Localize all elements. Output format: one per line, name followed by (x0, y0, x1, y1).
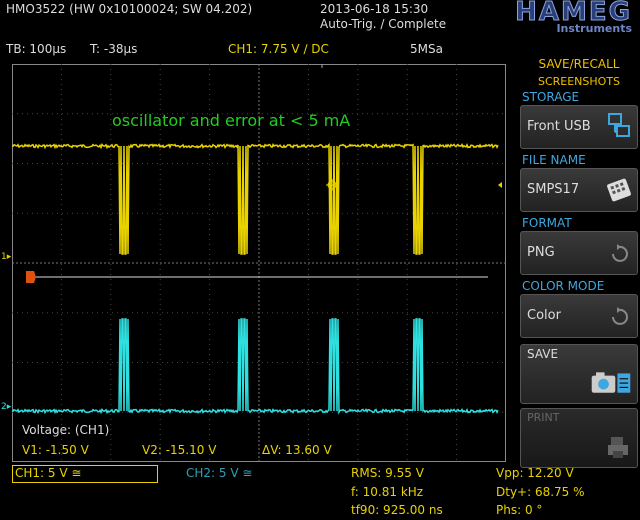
measure-vpp: Vpp: 12.20 V (496, 466, 574, 480)
menu-title-2: SCREENSHOTS (537, 75, 621, 88)
storage-value: Front USB (527, 119, 591, 134)
ch1-scale-box[interactable]: CH1: 5 V ≅ (12, 465, 158, 483)
device-id: HMO3522 (HW 0x10100024; SW 04.202) (6, 2, 253, 16)
save-button[interactable]: SAVE (520, 344, 638, 404)
ch2-scale[interactable]: CH2: 5 V ≅ (186, 466, 252, 480)
filename-value: SMPS17 (527, 182, 580, 197)
logo-sub: Instruments (556, 22, 632, 35)
trigger-level-marker (498, 182, 502, 188)
sample-rate: 5MSa (410, 42, 443, 56)
cursor-v1: V1: -1.50 V (22, 443, 90, 457)
format-button[interactable]: PNG (520, 231, 638, 275)
cycle-arrow-icon (612, 307, 628, 325)
print-button[interactable]: PRINT (520, 408, 638, 468)
timebase: TB: 100µs (6, 42, 67, 56)
colormode-value: Color (527, 308, 561, 323)
camera-icon (591, 372, 631, 393)
measure-tf90: tf90: 925.00 ns (351, 503, 443, 517)
trigger-status: Auto-Trig. / Complete (320, 17, 447, 31)
filename-button[interactable]: SMPS17 (520, 168, 638, 212)
measure-phase: Phs: 0 ° (496, 503, 543, 517)
ch2-ground-marker[interactable]: 2▸ (1, 402, 11, 412)
colormode-label: COLOR MODE (522, 279, 605, 293)
printer-icon (608, 437, 628, 458)
format-label: FORMAT (522, 216, 572, 230)
ch1-scale: CH1: 5 V ≅ (15, 466, 82, 480)
cursor-title: Voltage: (CH1) (22, 423, 109, 437)
ch1-trace (12, 142, 499, 255)
save-label: SAVE (527, 347, 559, 361)
cycle-arrow-icon (612, 244, 628, 262)
measure-duty: Dty+: 68.75 % (496, 485, 585, 499)
datetime-status: 2013-06-18 15:30 Auto-Trig. / Complete (320, 2, 446, 32)
measure-freq: f: 10.81 kHz (351, 485, 424, 499)
colormode-button[interactable]: Color (520, 294, 638, 338)
keyboard-icon (607, 178, 631, 202)
reference-marker[interactable] (26, 271, 36, 283)
ch2-trace (12, 318, 499, 415)
filename-label: FILE NAME (522, 153, 586, 167)
side-menu: SAVE/RECALL SCREENSHOTS STORAGE Front US… (520, 56, 638, 472)
cursor-v2: V2: -15.10 V (142, 443, 217, 457)
ch1-trigger: CH1: 7.75 V ∕ DC (228, 42, 329, 56)
hameg-logo: HAMEG Instruments (452, 0, 636, 36)
format-value: PNG (527, 245, 555, 260)
storage-label: STORAGE (522, 90, 580, 104)
scope-screen[interactable]: oscillator and error at < 5 mA Voltage: … (12, 64, 506, 462)
measure-rms: RMS: 9.55 V (351, 466, 424, 480)
trigger-time: T: -38µs (90, 42, 138, 56)
cursor-dv: ΔV: 13.60 V (262, 443, 332, 457)
annotation-text: oscillator and error at < 5 mA (112, 111, 350, 130)
storage-button[interactable]: Front USB (520, 105, 638, 149)
datetime: 2013-06-18 15:30 (320, 2, 429, 16)
menu-title-1: SAVE/RECALL (538, 57, 620, 71)
usb-storage-icon (608, 113, 630, 137)
print-label: PRINT (527, 411, 560, 424)
ch1-ground-marker[interactable]: 1▸ (1, 252, 11, 262)
